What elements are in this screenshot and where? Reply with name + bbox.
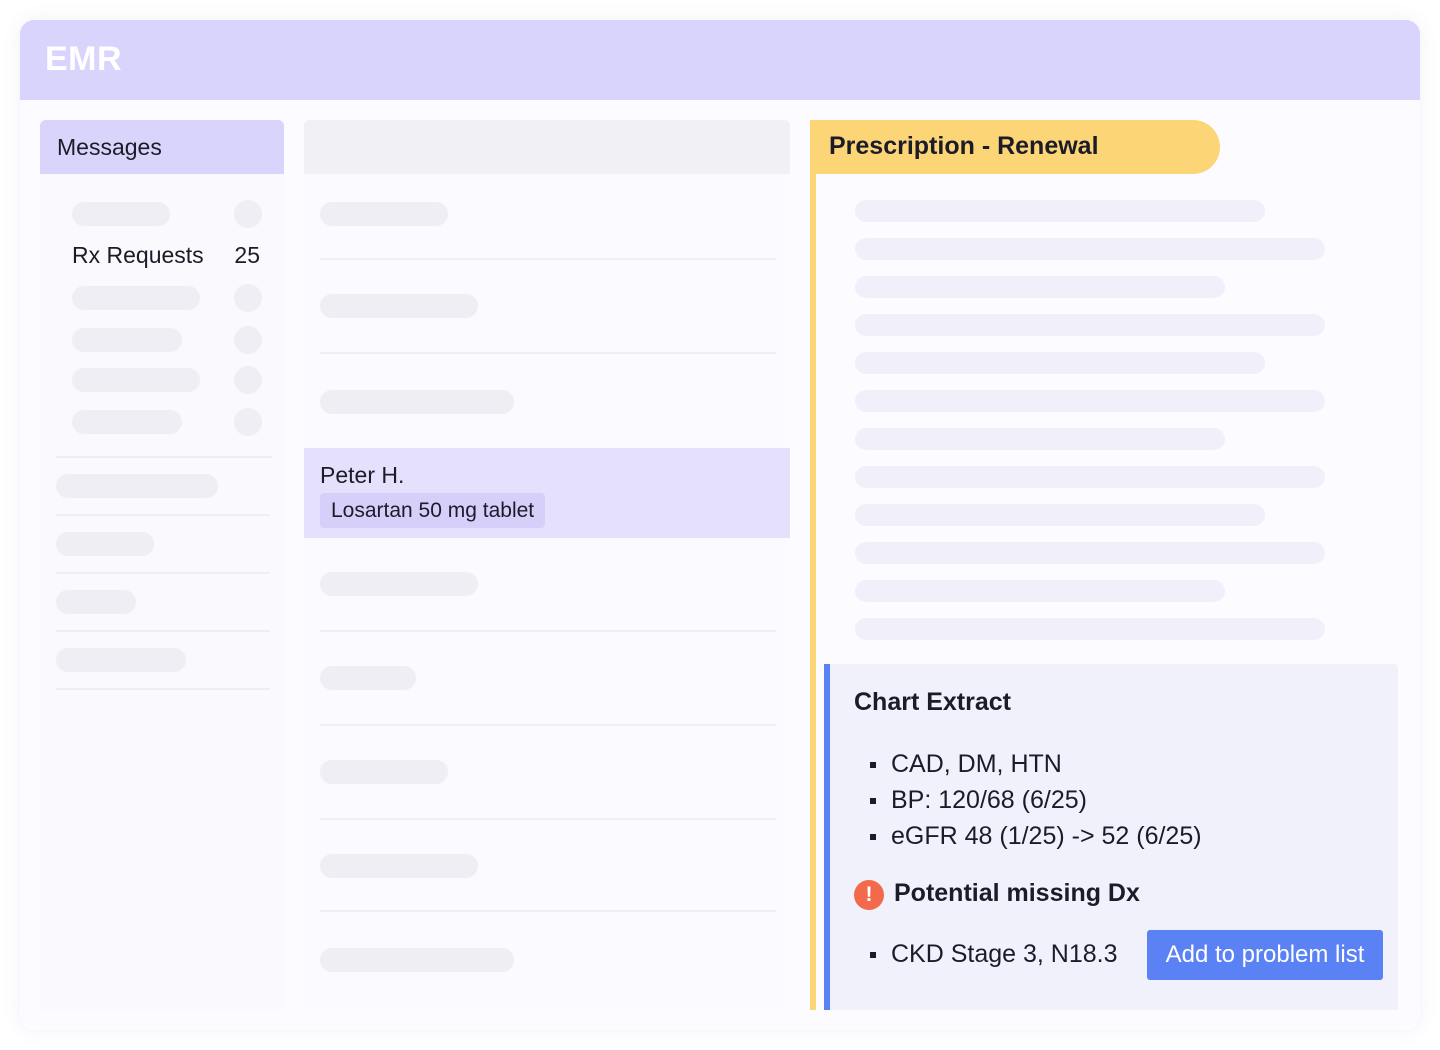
- sidebar-folder-placeholder[interactable]: [56, 590, 136, 614]
- detail-text-placeholder: [855, 200, 1265, 222]
- detail-text-placeholder: [855, 314, 1325, 336]
- request-list: Peter H. Losartan 50 mg tablet: [304, 120, 790, 1010]
- exclamation-icon: !: [854, 880, 884, 910]
- list-item-placeholder[interactable]: [320, 294, 478, 318]
- detail-header: Prescription - Renewal: [810, 120, 1220, 174]
- chart-extract-title: Chart Extract: [854, 688, 1011, 716]
- list-item-placeholder[interactable]: [320, 666, 416, 690]
- detail-text-placeholder: [855, 238, 1325, 260]
- sidebar-item-placeholder[interactable]: [72, 202, 170, 226]
- list-item-placeholder[interactable]: [320, 572, 478, 596]
- sidebar-divider: [56, 630, 270, 632]
- sidebar-title: Messages: [57, 134, 162, 160]
- detail-text-placeholder: [855, 542, 1325, 564]
- missing-dx-list: CKD Stage 3, N18.3: [868, 936, 1118, 972]
- app-title: EMR: [45, 40, 123, 78]
- detail-text-placeholder: [855, 504, 1265, 526]
- prescription-detail-panel: Prescription - Renewal Chart Extract CAD…: [810, 120, 1400, 1010]
- list-item-placeholder[interactable]: [320, 202, 448, 226]
- chart-extract-item: CAD, DM, HTN: [868, 746, 1202, 782]
- detail-text-placeholder: [855, 580, 1225, 602]
- chart-extract-list: CAD, DM, HTN BP: 120/68 (6/25) eGFR 48 (…: [868, 746, 1202, 854]
- detail-text-placeholder: [855, 428, 1225, 450]
- list-divider: [320, 258, 776, 260]
- sidebar-item-label: Rx Requests: [72, 242, 204, 268]
- sidebar-count-placeholder: [234, 408, 262, 436]
- list-item-selected[interactable]: Peter H. Losartan 50 mg tablet: [304, 448, 790, 538]
- title-bar: EMR: [20, 20, 1420, 100]
- chart-extract-card: Chart Extract CAD, DM, HTN BP: 120/68 (6…: [824, 664, 1398, 1010]
- medication-chip: Losartan 50 mg tablet: [320, 493, 546, 528]
- sidebar-item-rx-requests[interactable]: Rx Requests 25: [72, 240, 268, 270]
- chart-extract-accent-bar: [824, 664, 830, 1010]
- sidebar-count-placeholder: [234, 284, 262, 312]
- sidebar-folder-placeholder[interactable]: [56, 532, 154, 556]
- list-divider: [320, 630, 776, 632]
- detail-text-placeholder: [855, 352, 1265, 374]
- detail-text-placeholder: [855, 618, 1325, 640]
- sidebar-count-placeholder: [234, 326, 262, 354]
- list-header: [304, 120, 790, 174]
- sidebar-folder-placeholder[interactable]: [56, 648, 186, 672]
- sidebar-item-placeholder[interactable]: [72, 368, 200, 392]
- list-divider: [320, 352, 776, 354]
- list-divider: [320, 724, 776, 726]
- list-divider: [320, 818, 776, 820]
- list-item-placeholder[interactable]: [320, 948, 514, 972]
- sidebar-divider: [56, 688, 270, 690]
- missing-dx-title: Potential missing Dx: [894, 879, 1140, 907]
- list-item-placeholder[interactable]: [320, 390, 514, 414]
- detail-text-placeholder: [855, 276, 1225, 298]
- add-to-problem-list-button[interactable]: Add to problem list: [1147, 930, 1383, 980]
- detail-accent-bar: [810, 120, 816, 1010]
- missing-dx-item: CKD Stage 3, N18.3: [868, 936, 1118, 972]
- sidebar-folder-placeholder[interactable]: [56, 474, 218, 498]
- chart-extract-item: eGFR 48 (1/25) -> 52 (6/25): [868, 818, 1202, 854]
- list-item-placeholder[interactable]: [320, 760, 448, 784]
- detail-text-placeholder: [855, 466, 1325, 488]
- detail-title: Prescription - Renewal: [829, 132, 1099, 160]
- sidebar-item-placeholder[interactable]: [72, 328, 182, 352]
- sidebar-header: Messages: [40, 120, 284, 174]
- list-item-placeholder[interactable]: [320, 854, 478, 878]
- sidebar-divider: [56, 572, 270, 574]
- patient-name: Peter H.: [320, 462, 405, 488]
- chart-extract-item: BP: 120/68 (6/25): [868, 782, 1202, 818]
- sidebar-count-placeholder: [234, 200, 262, 228]
- sidebar-item-placeholder[interactable]: [72, 286, 200, 310]
- sidebar-divider: [56, 514, 270, 516]
- detail-text-placeholder: [855, 390, 1325, 412]
- sidebar-item-placeholder[interactable]: [72, 410, 182, 434]
- messages-sidebar: Messages Rx Requests 25: [40, 120, 284, 1010]
- emr-window: EMR Messages Rx Requests 25 Peter H. Los…: [20, 20, 1420, 1030]
- sidebar-count-placeholder: [234, 366, 262, 394]
- rx-requests-count: 25: [234, 242, 260, 268]
- sidebar-divider: [56, 456, 272, 458]
- list-divider: [320, 910, 776, 912]
